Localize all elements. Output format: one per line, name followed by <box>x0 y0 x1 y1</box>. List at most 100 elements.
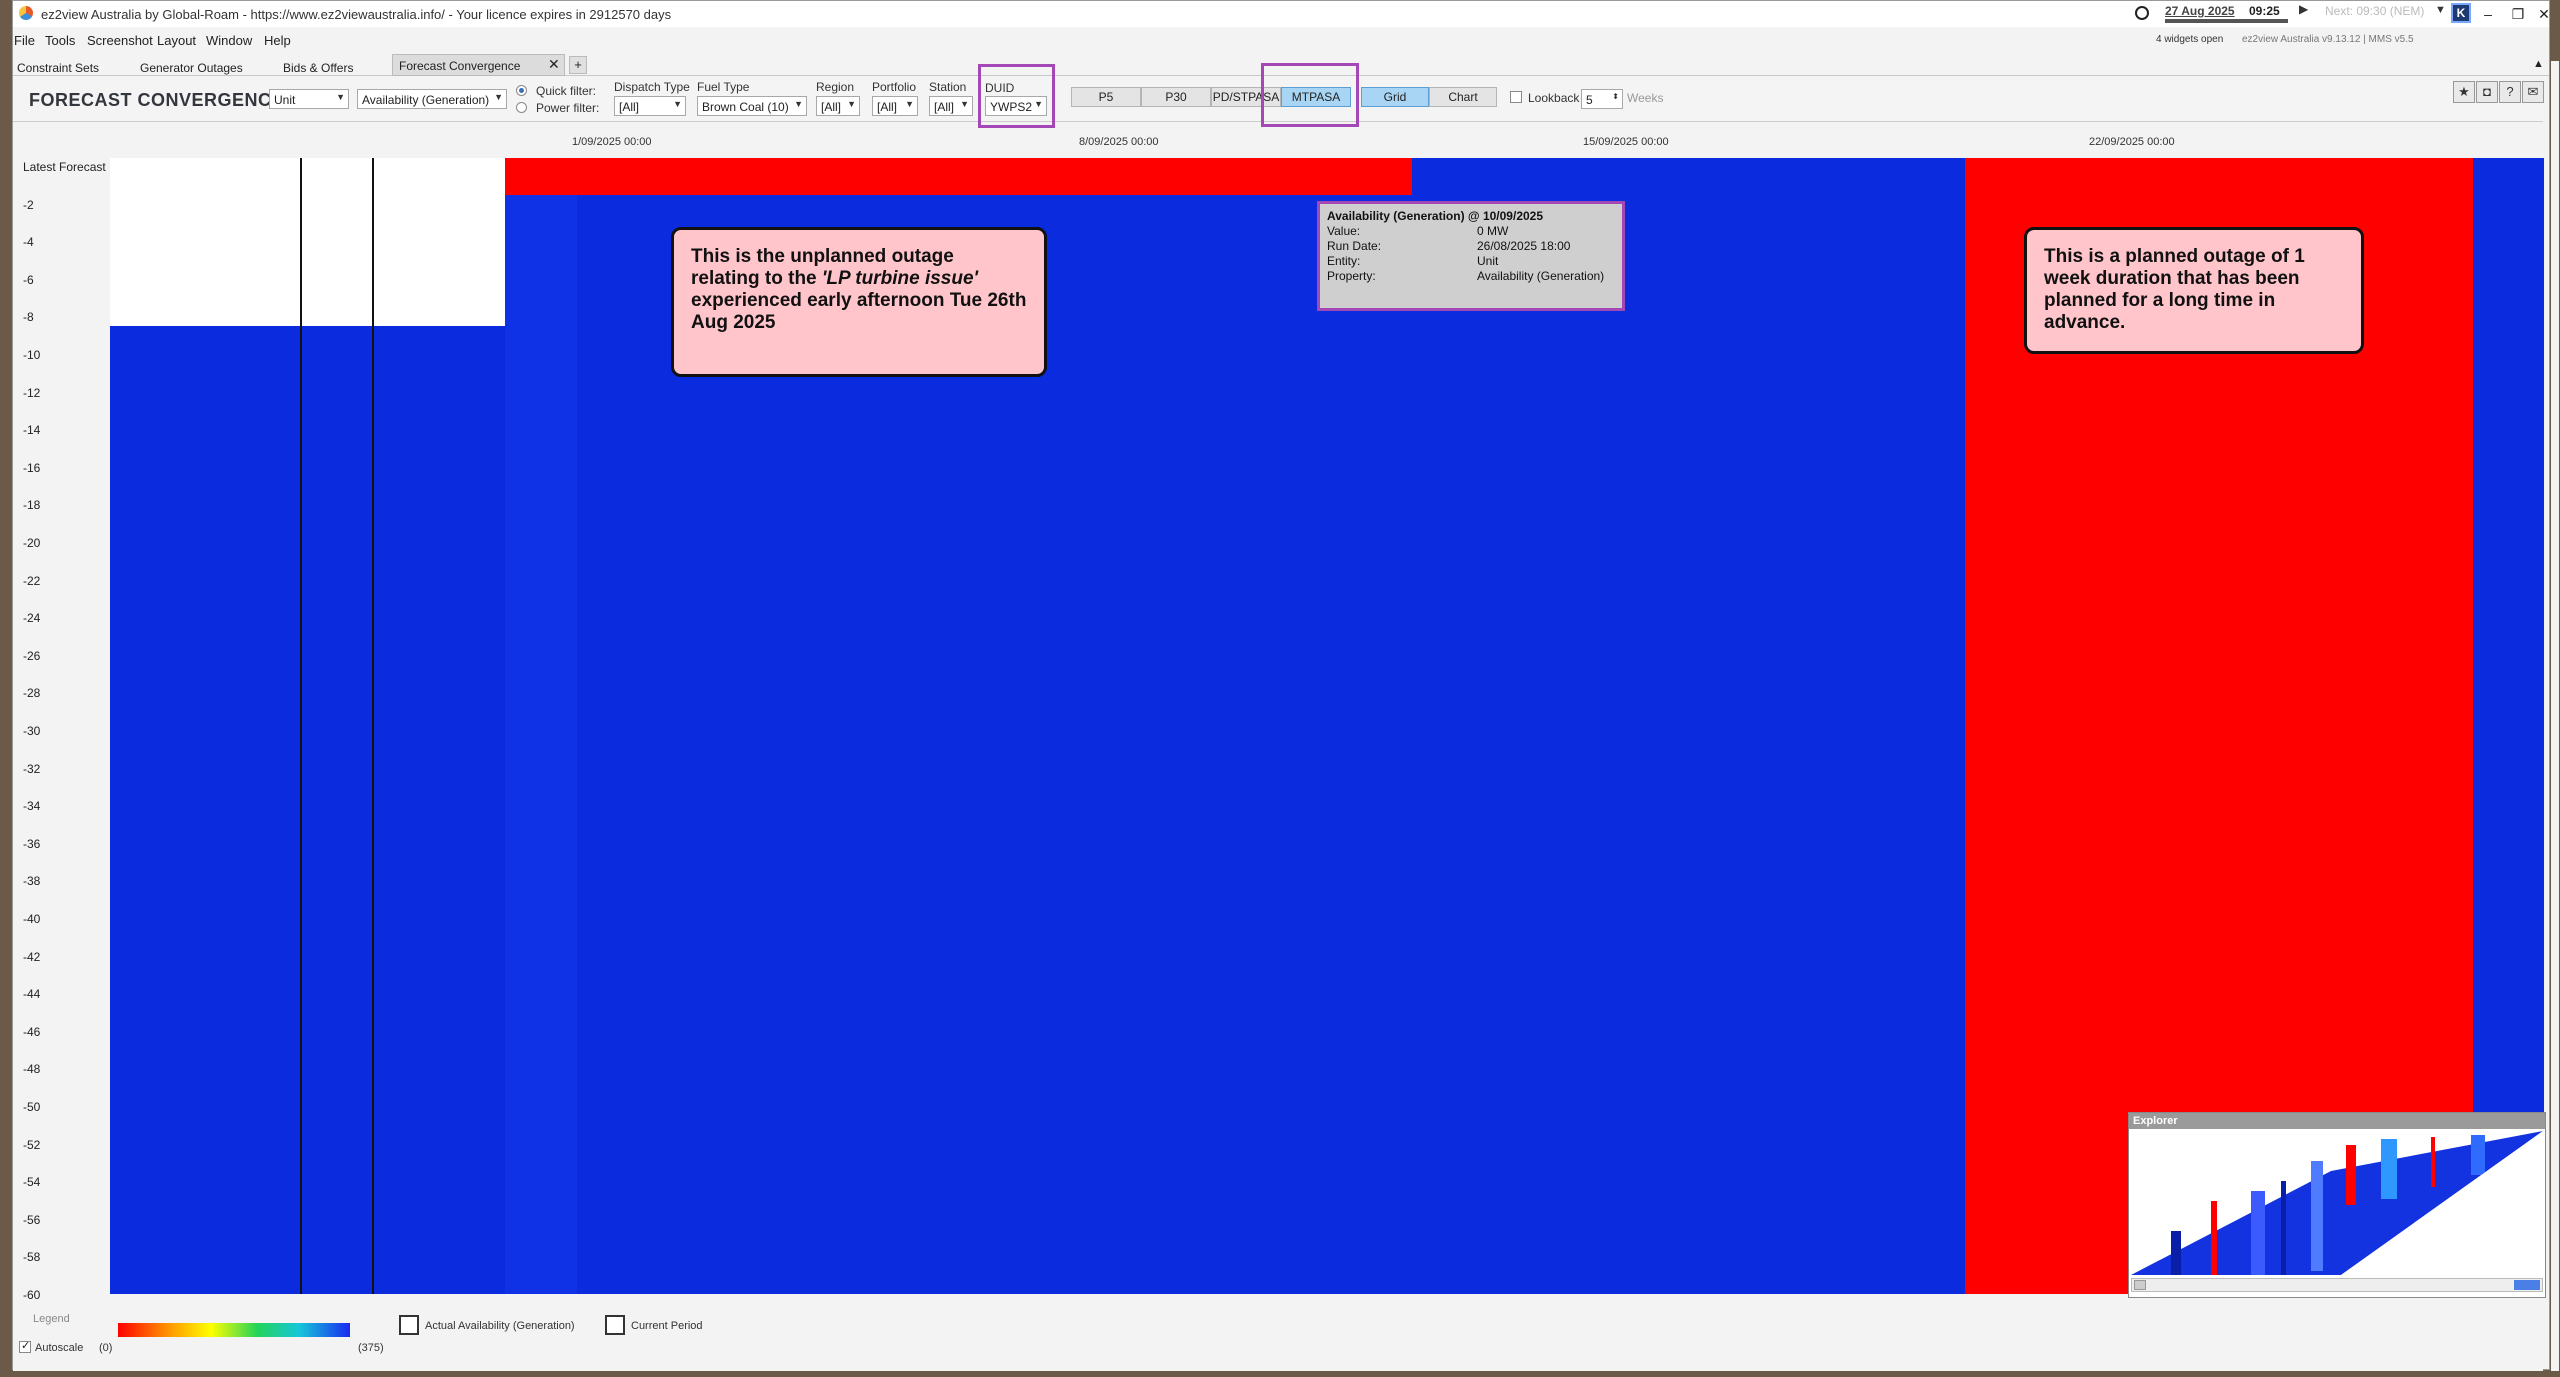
tooltip-value: 0 MW <box>1477 224 1509 238</box>
grid-view-button[interactable]: Grid <box>1361 87 1429 107</box>
y-tick: -58 <box>23 1250 41 1265</box>
x-tick: 8/09/2025 00:00 <box>1079 136 1159 148</box>
tab-generator-outages[interactable]: Generator Outages <box>140 57 243 77</box>
entity-type-select[interactable]: Unit ▼ <box>269 89 349 109</box>
tooltip-key: Value: <box>1327 224 1361 238</box>
chevron-down-icon[interactable]: ▼ <box>2435 4 2446 16</box>
explorer-minimap[interactable] <box>2131 1131 2543 1275</box>
chevron-up-icon[interactable]: ▲ <box>2533 58 2544 70</box>
autoscale-checkbox[interactable] <box>19 1339 31 1353</box>
station-label: Station <box>929 80 967 94</box>
help-icon[interactable]: ? <box>2499 81 2521 103</box>
y-tick: -60 <box>23 1288 41 1302</box>
property-value: Availability (Generation) <box>362 93 490 107</box>
chevron-down-icon: ▼ <box>336 92 345 102</box>
brand-logo[interactable]: K <box>2451 3 2471 23</box>
quick-filter-radio[interactable] <box>516 85 527 96</box>
x-tick: 22/09/2025 00:00 <box>2089 136 2175 148</box>
stepper-arrows-icon: ⬍ <box>1612 92 1619 101</box>
power-filter-label: Power filter: <box>536 101 600 115</box>
actual-availability-swatch <box>399 1315 419 1335</box>
region-select[interactable]: [All] ▼ <box>816 96 860 116</box>
y-tick: -18 <box>23 498 41 513</box>
explorer-scrollbar[interactable] <box>2131 1278 2543 1292</box>
menu-layout[interactable]: Layout <box>157 33 196 48</box>
fuel-type-label: Fuel Type <box>697 80 750 94</box>
portfolio-label: Portfolio <box>872 80 917 94</box>
y-tick: -34 <box>23 799 41 814</box>
explorer-panel[interactable]: Explorer <box>2128 1112 2546 1298</box>
y-tick: -32 <box>23 761 41 776</box>
dispatch-type-select[interactable]: [All] ▼ <box>614 96 686 116</box>
tab-constraint-sets[interactable]: Constraint Sets <box>17 57 99 77</box>
chart-view-button[interactable]: Chart <box>1429 87 1497 107</box>
page-title: FORECAST CONVERGENCE <box>29 90 285 110</box>
play-icon[interactable]: ▶ <box>2299 2 2308 16</box>
planned-outage-callout: This is a planned outage of 1 week durat… <box>2024 227 2364 354</box>
cell-tooltip: Availability (Generation) @ 10/09/2025 V… <box>1317 201 1625 311</box>
x-axis: 1/09/2025 00:00 8/09/2025 00:00 15/09/20… <box>13 123 2543 159</box>
portfolio-select[interactable]: [All] ▼ <box>872 96 918 116</box>
y-tick: -52 <box>23 1137 41 1152</box>
close-window-button[interactable]: ✕ <box>2529 3 2559 25</box>
tooltip-key: Property: <box>1327 269 1376 283</box>
forecast-p30-button[interactable]: P30 <box>1141 87 1211 107</box>
clock-date[interactable]: 27 Aug 2025 <box>2165 4 2235 18</box>
close-icon[interactable]: ✕ <box>548 56 560 73</box>
camera-icon[interactable]: ◘ <box>2476 81 2498 103</box>
vertical-scrollbar[interactable] <box>2551 61 2559 1371</box>
x-tick: 15/09/2025 00:00 <box>1583 136 1669 148</box>
menu-screenshot[interactable]: Screenshot <box>87 33 153 48</box>
y-tick: -10 <box>23 348 41 362</box>
forecast-p5-button[interactable]: P5 <box>1071 87 1141 107</box>
menu-help[interactable]: Help <box>264 33 291 48</box>
chevron-down-icon: ▼ <box>905 99 914 109</box>
add-tab-button[interactable]: + <box>569 56 587 74</box>
region-value: [All] <box>821 100 842 114</box>
menu-tools[interactable]: Tools <box>45 33 75 48</box>
legend-panel: Legend Autoscale (0) (375) Actual Availa… <box>13 1301 2543 1371</box>
scale-max: (375) <box>358 1342 384 1354</box>
callout-emphasis: 'LP turbine issue' <box>821 268 979 289</box>
y-tick: -14 <box>23 423 41 438</box>
chevron-down-icon: ▼ <box>794 99 803 109</box>
menu-window[interactable]: Window <box>206 33 252 48</box>
station-select[interactable]: [All] ▼ <box>929 96 973 116</box>
y-tick: -12 <box>23 385 41 400</box>
no-data-block <box>110 158 505 326</box>
chevron-down-icon: ▼ <box>673 99 682 109</box>
property-select[interactable]: Availability (Generation) ▼ <box>357 89 507 109</box>
station-value: [All] <box>934 100 955 114</box>
y-tick: -8 <box>23 310 34 325</box>
scroll-thumb[interactable] <box>2514 1280 2540 1290</box>
chevron-down-icon: ▼ <box>494 92 503 102</box>
dispatch-type-label: Dispatch Type <box>614 80 690 94</box>
tooltip-row: Run Date: 26/08/2025 18:00 <box>1327 239 1615 254</box>
clock-icon <box>2135 6 2149 20</box>
lookback-stepper[interactable]: 5 ⬍ <box>1581 89 1623 109</box>
star-icon[interactable]: ★ <box>2453 81 2475 103</box>
fuel-type-select[interactable]: Brown Coal (10) ▼ <box>697 96 807 116</box>
x-tick: 1/09/2025 00:00 <box>572 136 652 148</box>
unplanned-outage-block[interactable] <box>505 158 1412 195</box>
comment-icon[interactable]: ✉ <box>2522 81 2544 103</box>
dispatch-type-value: [All] <box>619 100 640 114</box>
minimize-button[interactable]: – <box>2473 3 2503 25</box>
portfolio-value: [All] <box>877 100 898 114</box>
menu-file[interactable]: File <box>14 33 35 48</box>
y-tick: -42 <box>23 949 41 964</box>
time-progress-bar[interactable] <box>2165 19 2288 23</box>
y-tick: -16 <box>23 460 41 475</box>
lookback-label: Lookback <box>1528 91 1580 105</box>
tooltip-value: Unit <box>1477 254 1499 268</box>
tab-bids-offers[interactable]: Bids & Offers <box>283 57 353 77</box>
tab-forecast-convergence[interactable]: Forecast Convergence ✕ <box>392 54 565 76</box>
duid-highlight <box>978 64 1055 128</box>
lookback-checkbox[interactable] <box>1510 91 1522 103</box>
y-tick: -48 <box>23 1062 41 1077</box>
scroll-left-button[interactable] <box>2134 1280 2146 1290</box>
power-filter-radio[interactable] <box>516 102 527 113</box>
chevron-down-icon: ▼ <box>847 99 856 109</box>
next-interval[interactable]: Next: 09:30 (NEM) <box>2325 4 2424 18</box>
lookback-unit: Weeks <box>1627 91 1664 105</box>
